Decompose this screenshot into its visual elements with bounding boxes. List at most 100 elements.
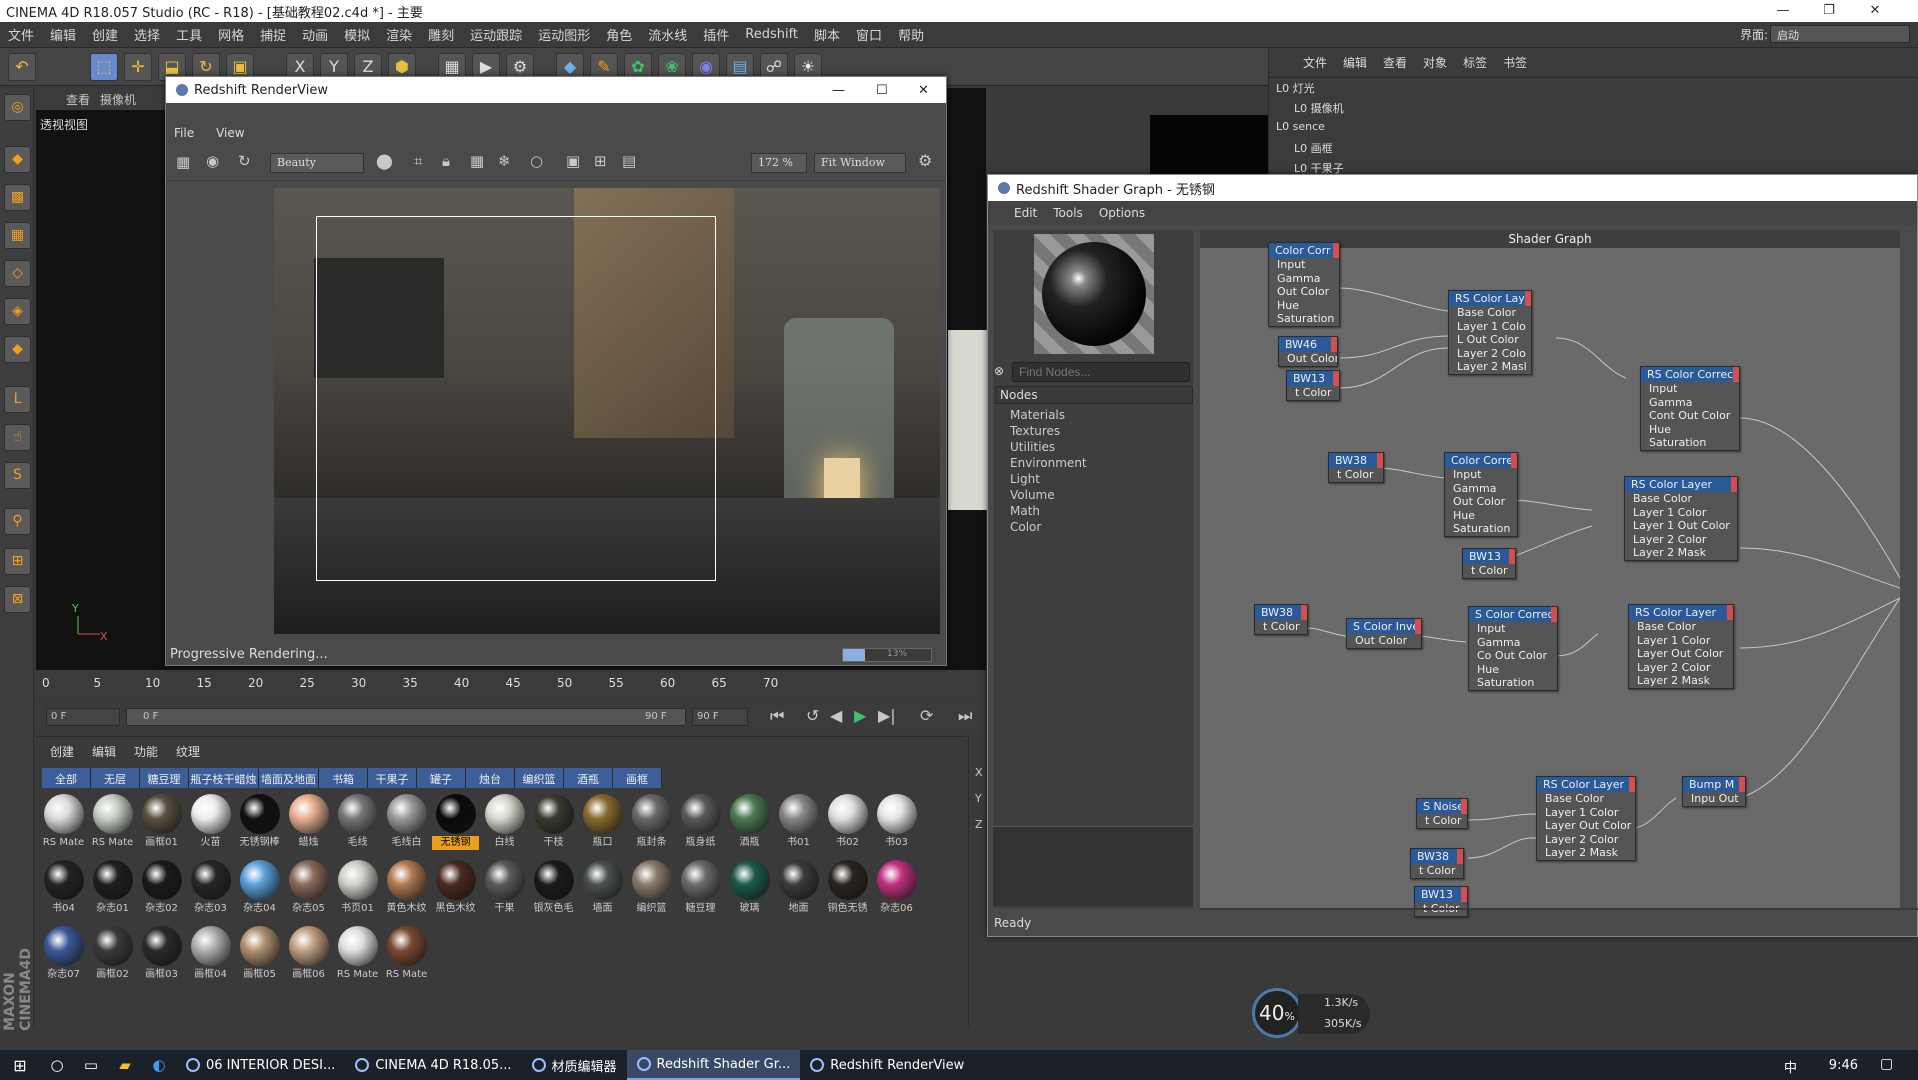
shader-node[interactable]: BW13 t Color bbox=[1414, 886, 1468, 917]
material-tab[interactable]: 糖豆理 bbox=[140, 768, 189, 788]
node-port[interactable]: Layer 2 Colo bbox=[1449, 347, 1531, 361]
node-category[interactable]: Textures bbox=[1010, 424, 1060, 438]
material-swatch[interactable]: 书页01 bbox=[334, 858, 381, 922]
material-tab[interactable]: 瓶子枝干蜡烛 bbox=[189, 768, 259, 788]
edges-icon[interactable]: ◈ bbox=[4, 298, 31, 325]
material-swatch[interactable]: 瓶身纸 bbox=[677, 792, 724, 856]
material-swatch[interactable]: 瓶口 bbox=[579, 792, 626, 856]
taskbar-item[interactable]: 06 INTERIOR DESI... bbox=[176, 1050, 345, 1080]
mm-menu-3[interactable]: 纹理 bbox=[176, 743, 200, 760]
node-port[interactable]: Saturation bbox=[1269, 312, 1339, 326]
node-port[interactable]: Input bbox=[1269, 258, 1339, 272]
material-swatch[interactable]: 黄色木纹 bbox=[383, 858, 430, 922]
material-swatch[interactable]: 画框06 bbox=[285, 924, 332, 988]
node-port[interactable]: Out Color bbox=[1269, 285, 1339, 299]
material-swatch[interactable]: RS Mate bbox=[334, 924, 381, 988]
menu-item-14[interactable]: 流水线 bbox=[640, 25, 695, 44]
node-port[interactable]: Layer 2 Mask bbox=[1537, 846, 1635, 860]
node-port[interactable]: Gamma bbox=[1269, 272, 1339, 286]
mode-icon[interactable]: ◎ bbox=[4, 94, 31, 121]
node-port[interactable]: t Color bbox=[1411, 864, 1463, 878]
rv-menu-file[interactable]: File bbox=[174, 126, 194, 140]
mm-menu-2[interactable]: 功能 bbox=[134, 743, 158, 760]
menu-item-4[interactable]: 工具 bbox=[168, 25, 210, 44]
material-tab[interactable]: 全部 bbox=[42, 768, 91, 788]
close-icon[interactable]: ✕ bbox=[1852, 0, 1898, 22]
node-category[interactable]: Color bbox=[1010, 520, 1041, 534]
node-port[interactable]: Layer 2 Masl bbox=[1449, 360, 1531, 374]
material-swatch[interactable]: 铜色无锈 bbox=[824, 858, 871, 922]
material-swatch[interactable]: 无锈钢 bbox=[432, 792, 479, 856]
material-swatch[interactable]: 画框03 bbox=[138, 924, 185, 988]
node-port[interactable]: Out Color bbox=[1445, 495, 1517, 509]
shader-node[interactable]: BW46 Out Color bbox=[1278, 336, 1338, 367]
material-swatch[interactable]: 火苗 bbox=[187, 792, 234, 856]
object-row[interactable]: L0 sence bbox=[1276, 120, 1325, 138]
node-port[interactable]: t Color bbox=[1287, 386, 1339, 400]
node-port[interactable]: Layer 1 Color bbox=[1625, 506, 1737, 520]
node-category[interactable]: Volume bbox=[1010, 488, 1055, 502]
material-tab[interactable]: 无层 bbox=[91, 768, 140, 788]
menu-item-9[interactable]: 渲染 bbox=[378, 25, 420, 44]
node-port[interactable]: Gamma bbox=[1641, 396, 1739, 410]
material-swatch[interactable]: 瓶封条 bbox=[628, 792, 675, 856]
menu-item-10[interactable]: 雕刻 bbox=[420, 25, 462, 44]
model-mode-icon[interactable]: ◆ bbox=[4, 146, 31, 173]
image-icon[interactable]: ▣ bbox=[566, 152, 580, 170]
texture-mode-icon[interactable]: ▩ bbox=[4, 184, 31, 211]
ime-indicator[interactable]: 中 bbox=[1784, 1057, 1797, 1076]
node-port[interactable]: Saturation bbox=[1469, 676, 1557, 690]
node-port[interactable]: Hue bbox=[1445, 509, 1517, 523]
om-menu-5[interactable]: 书签 bbox=[1503, 54, 1527, 71]
material-swatch[interactable]: 杂志05 bbox=[285, 858, 332, 922]
material-swatch[interactable]: 杂志04 bbox=[236, 858, 283, 922]
node-port[interactable]: Gamma bbox=[1445, 482, 1517, 496]
material-swatch[interactable]: 画框02 bbox=[89, 924, 136, 988]
shader-node[interactable]: BW38 t Color bbox=[1410, 848, 1464, 879]
undo-icon[interactable]: ↶ bbox=[8, 53, 36, 81]
node-port[interactable]: Input bbox=[1469, 622, 1557, 636]
shader-node[interactable]: S Color Inve Out Color bbox=[1346, 618, 1422, 649]
menu-item-3[interactable]: 选择 bbox=[126, 25, 168, 44]
start-icon[interactable]: ⊞ bbox=[0, 1056, 40, 1075]
material-swatch[interactable]: 干果 bbox=[481, 858, 528, 922]
node-port[interactable]: Hue bbox=[1469, 663, 1557, 677]
node-port[interactable]: Hue bbox=[1641, 423, 1739, 437]
snap-icon[interactable]: S bbox=[4, 462, 31, 489]
om-menu-3[interactable]: 对象 bbox=[1423, 54, 1447, 71]
node-port[interactable]: Inpu Out bbox=[1683, 792, 1745, 806]
material-swatch[interactable]: 墙面 bbox=[579, 858, 626, 922]
taskbar-item[interactable]: Redshift RenderView bbox=[800, 1050, 974, 1080]
shader-node[interactable]: Color Corre Input Gamma Out Color Hue Saturat… bbox=[1444, 452, 1518, 537]
object-row[interactable]: L0 灯光 bbox=[1276, 80, 1315, 98]
aov-select[interactable]: Beauty bbox=[270, 153, 364, 173]
node-port[interactable]: Layer Out Color bbox=[1629, 647, 1733, 661]
frame-range-slider[interactable]: 0 F 90 F bbox=[126, 708, 686, 726]
find-nodes-input[interactable] bbox=[1012, 362, 1190, 382]
shader-node[interactable]: BW38 t Color bbox=[1254, 604, 1308, 635]
node-port[interactable]: Layer 1 Out Color bbox=[1625, 519, 1737, 533]
shader-node[interactable]: S Noise t Color bbox=[1416, 798, 1468, 829]
layout-select[interactable]: 启动 bbox=[1770, 25, 1910, 43]
node-port[interactable]: Layer 2 Mask bbox=[1629, 674, 1733, 688]
mm-menu-0[interactable]: 创建 bbox=[50, 743, 74, 760]
material-swatch[interactable]: 地面 bbox=[775, 858, 822, 922]
node-port[interactable]: t Color bbox=[1329, 468, 1383, 482]
add-snapshot-icon[interactable]: ⊞ bbox=[594, 152, 607, 170]
sg-menu-options[interactable]: Options bbox=[1099, 206, 1145, 220]
move-icon[interactable]: ✛ bbox=[124, 53, 152, 81]
material-swatch[interactable]: 书01 bbox=[775, 792, 822, 856]
material-tab[interactable]: 烛台 bbox=[466, 768, 515, 788]
material-tab[interactable]: 墙面及地面 bbox=[259, 768, 319, 788]
node-port[interactable]: Layer 1 Color bbox=[1629, 634, 1733, 648]
shader-node[interactable]: BW38 t Color bbox=[1328, 452, 1384, 483]
node-port[interactable]: Layer 2 Color bbox=[1625, 533, 1737, 547]
lock-icon[interactable]: 🔒︎ bbox=[442, 152, 450, 170]
material-swatch[interactable]: 杂志02 bbox=[138, 858, 185, 922]
node-port[interactable]: Layer 2 Color bbox=[1537, 833, 1635, 847]
max-frame-field[interactable]: 90 F bbox=[692, 708, 748, 726]
menu-item-6[interactable]: 捕捉 bbox=[252, 25, 294, 44]
menu-item-2[interactable]: 创建 bbox=[84, 25, 126, 44]
timeline[interactable]: 0 5 10 15 20 25 30 35 40 45 50 55 60 65 70 bbox=[36, 672, 986, 696]
search-icon[interactable]: ○ bbox=[40, 1056, 74, 1074]
